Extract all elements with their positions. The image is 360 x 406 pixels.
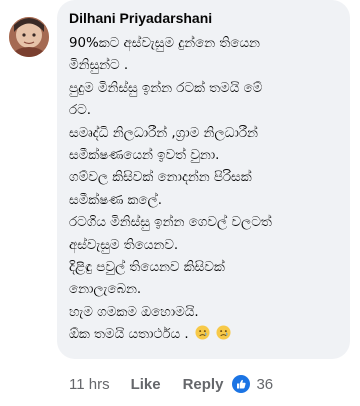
profile-photo-icon — [9, 17, 49, 57]
like-button[interactable]: Like — [131, 376, 161, 393]
comment-line: නොලැබෙන. — [69, 282, 142, 298]
reaction-count: 36 — [256, 375, 274, 393]
comment-body: 90%කට අස්වැසුම දුන්නෙ තියෙන මිනිසුන්ට . … — [69, 33, 338, 346]
comment-line: ගම්වල කිසිවක් නොදන්න පිරිසක් — [69, 170, 252, 186]
reaction-summary[interactable]: 36 — [232, 375, 273, 393]
comment-line-text: ඕක තමයි යතාර්ථය . — [69, 327, 189, 343]
comment-bubble: Dilhani Priyadarshani 90%කට අස්වැසුම දුන… — [57, 0, 350, 359]
avatar[interactable] — [9, 17, 49, 57]
sad-face-emoji-icon — [195, 325, 210, 340]
comment-line: රටගිය මිනිස්සු ඉන්න ගෙවල් වලටත් — [69, 215, 272, 231]
comment-line: පුදුම මිනිස්සු ඉන්න රටක් තමයි මේ — [69, 80, 263, 96]
comment-line: මිනිසුන්ට . — [69, 58, 129, 74]
comment-line-last: ඕක තමයි යතාර්ථය . — [69, 324, 338, 346]
comment-line: රට. — [69, 103, 91, 119]
comment-line: සමීක්ෂණයෙන් ඉවත් වුනා. — [69, 147, 220, 163]
comment-line: දිළිඳු පවුල් තියෙනව කිසිවක් — [69, 259, 225, 275]
comment-page: Dilhani Priyadarshani 90%කට අස්වැසුම දුන… — [0, 0, 360, 406]
sad-face-emoji-icon — [216, 325, 231, 340]
like-thumb-icon — [232, 375, 251, 393]
comment-line: සමීක්ෂණ කලේ. — [69, 192, 162, 208]
comment-author[interactable]: Dilhani Priyadarshani — [69, 9, 338, 27]
comment-line: 90%කට අස්වැසුම දුන්නෙ තියෙන — [69, 36, 260, 51]
comment-line: අස්වැසුම තියෙනව. — [69, 237, 179, 253]
comment-line: හැම ගමකම ඔහොමයි. — [69, 304, 199, 320]
comment-actions: 11 hrs Like Reply 36 — [69, 373, 273, 395]
comment-line: සමෘද්ධි නිලධාරීන් ,ග්‍රාම නිලධාරීන් — [69, 125, 258, 141]
reply-button[interactable]: Reply — [183, 376, 224, 393]
comment-timestamp[interactable]: 11 hrs — [69, 376, 110, 393]
